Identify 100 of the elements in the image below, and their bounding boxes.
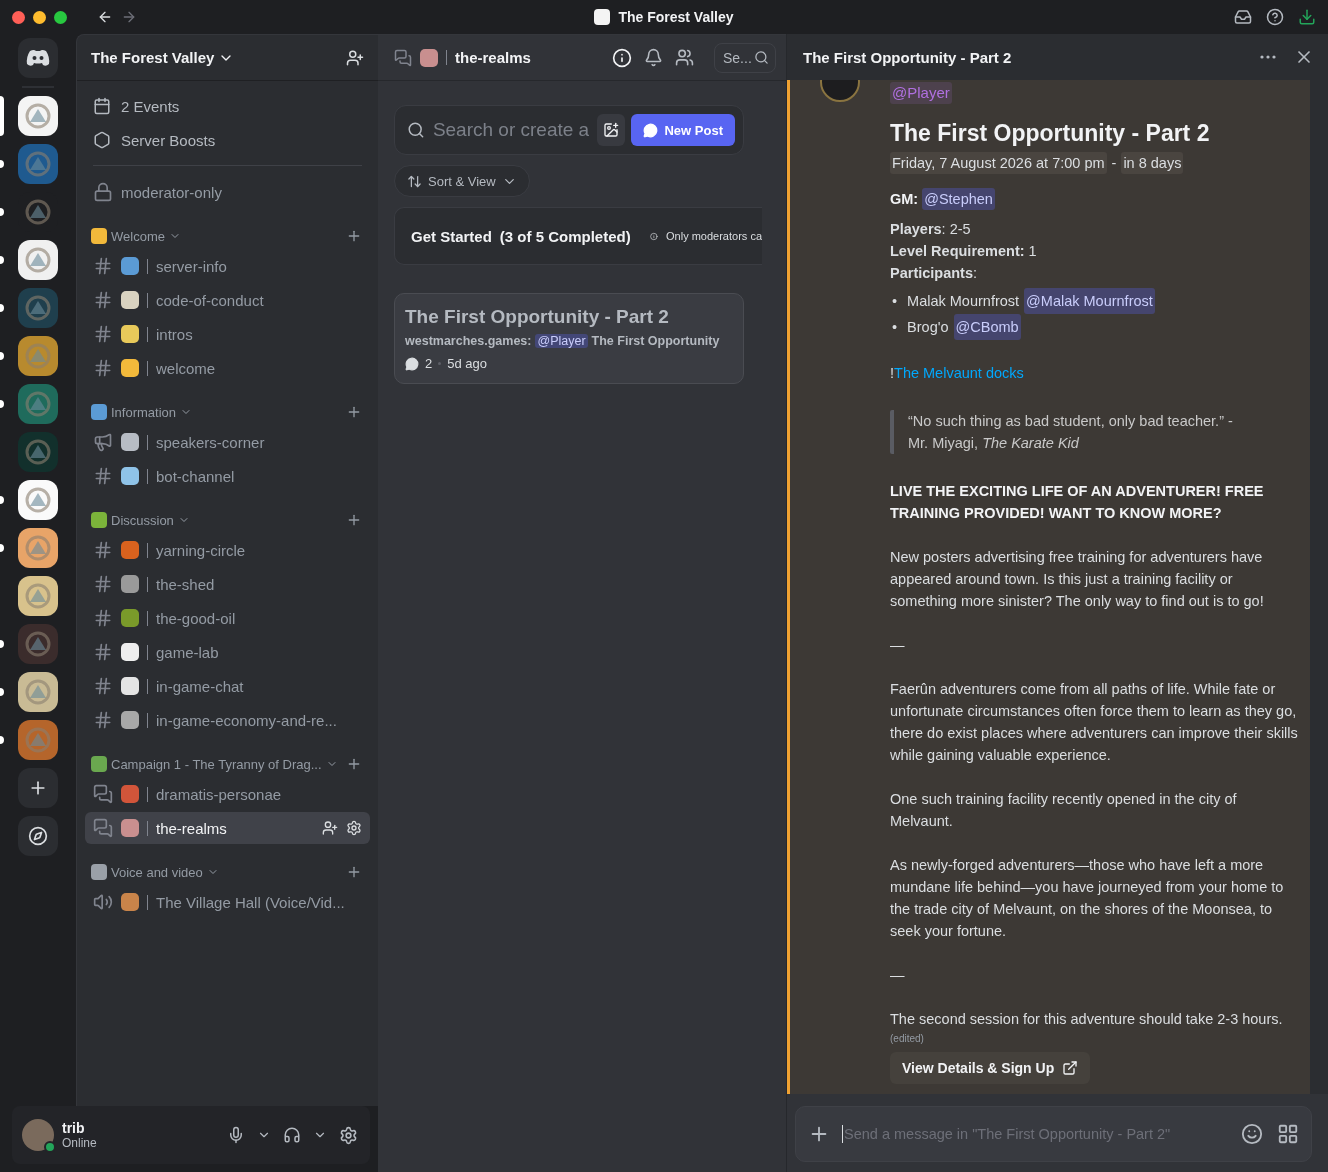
add-channel-icon: [346, 228, 362, 244]
channel-item[interactable]: in-game-economy-and-re...: [85, 704, 370, 736]
events-link[interactable]: 2 Events: [85, 89, 370, 123]
discover-button[interactable]: [18, 816, 58, 856]
settings-icon: [339, 1125, 358, 1145]
boosts-link[interactable]: Server Boosts: [85, 123, 370, 157]
channel-item[interactable]: dramatis-personae: [85, 778, 370, 810]
channel-item[interactable]: yarning-circle: [85, 534, 370, 566]
hash-icon: [93, 540, 113, 560]
external-link-icon: [1062, 1060, 1079, 1076]
channel-item[interactable]: game-lab: [85, 636, 370, 668]
download-icon: [1298, 8, 1316, 26]
hash-icon: [93, 256, 113, 276]
calendar-icon: [93, 97, 111, 115]
channel-item[interactable]: code-of-conduct: [85, 284, 370, 316]
server-icon[interactable]: [18, 240, 58, 280]
home-button[interactable]: [18, 38, 58, 78]
channel-item[interactable]: the-shed: [85, 568, 370, 600]
bang-text: !: [890, 364, 895, 383]
post-title: The First Opportunity - Part 2: [405, 306, 670, 328]
mic-icon: [227, 1126, 245, 1144]
category-header[interactable]: Welcome: [111, 228, 165, 244]
server-icon[interactable]: [18, 96, 58, 136]
channel-item[interactable]: in-game-chat: [85, 670, 370, 702]
megaphone-icon: [93, 432, 113, 452]
hash-icon: [93, 676, 113, 696]
people-icon: [675, 48, 694, 67]
server-icon[interactable]: [18, 480, 58, 520]
close-window-button[interactable]: [12, 10, 25, 24]
hash-icon: [93, 710, 113, 730]
post-author: westmarches.games:: [405, 334, 532, 348]
headline: LIVE THE EXCITING LIFE OF AN ADVENTURER! FREE TRAINING PROVIDED! WANT TO KNOW MORE?: [890, 482, 1265, 523]
search-field[interactable]: Se...: [714, 42, 776, 73]
bell-icon: [644, 48, 663, 67]
speaker-icon: [93, 892, 113, 912]
invite-icon: [322, 820, 338, 836]
hash-icon: [93, 608, 113, 628]
participant-name: Malak Mournfrost: [907, 292, 1020, 311]
category-header[interactable]: Campaign 1 - The Tyranny of Drag...: [111, 756, 322, 772]
mention[interactable]: @Malak Mournfrost: [1024, 288, 1155, 314]
channel-item[interactable]: the-realms: [85, 812, 370, 844]
channel-item[interactable]: speakers-corner: [85, 426, 370, 458]
channel-item[interactable]: The Village Hall (Voice/Vid...: [85, 886, 370, 918]
more-icon: [1260, 55, 1276, 59]
server-icon[interactable]: [18, 672, 58, 712]
detail-line: Participants:: [890, 264, 979, 283]
channel-item[interactable]: moderator-only: [85, 176, 370, 208]
event-date: Friday, 7 August 2026 at 7:00 pm: [890, 152, 1107, 174]
dash-separator: —: [890, 966, 906, 985]
emoji-button[interactable]: [1239, 1121, 1265, 1147]
post-preview: The First Opportunity: [591, 334, 720, 348]
channel-item[interactable]: welcome: [85, 352, 370, 384]
image-icon: [603, 122, 620, 138]
more-button[interactable]: [1258, 53, 1278, 61]
mention[interactable]: @Player: [535, 334, 588, 348]
channel-item[interactable]: bot-channel: [85, 460, 370, 492]
paragraph: As newly-forged adventurers—those who have left a more mundane life behind—you have journeyed from your home to the trade city of Melvaunt, on the shores of the Moonsea, to seek your fortune.: [890, 856, 1285, 941]
get-started-title: Get Started: [411, 227, 492, 245]
docs-link[interactable]: The Melvaunt docks: [894, 362, 1024, 384]
progress-text: (3 of 5 Completed): [499, 227, 631, 245]
server-icon[interactable]: [18, 528, 58, 568]
category-header[interactable]: Discussion: [111, 512, 174, 528]
get-started-card[interactable]: Get Started (3 of 5 Completed) Only moderators ca: [394, 207, 762, 265]
post-search-field[interactable]: Search or create a New Post: [394, 105, 744, 155]
category-header[interactable]: Voice and video: [111, 864, 203, 880]
server-icon[interactable]: [18, 576, 58, 616]
server-name-menu[interactable]: The Forest Valley: [91, 49, 235, 66]
mention[interactable]: @Stephen: [922, 188, 995, 210]
new-post-button[interactable]: New Post: [631, 114, 735, 146]
signup-button[interactable]: View Details & Sign Up: [890, 1052, 1091, 1084]
event-heading: The First Opportunity - Part 2: [890, 119, 1211, 148]
add-server-button[interactable]: [18, 768, 58, 808]
sort-button[interactable]: Sort & View: [394, 165, 530, 197]
channel-item[interactable]: the-good-oil: [85, 602, 370, 634]
user-status: Online: [62, 1136, 98, 1150]
channel-item[interactable]: intros: [85, 318, 370, 350]
quote: “No such thing as bad student, only bad teacher.” - Mr. Miyagi, The Karate Kid: [890, 410, 1300, 454]
detail-line: Players: 2-5: [890, 220, 972, 239]
zoom-button[interactable]: [54, 10, 67, 24]
bullet: •: [892, 292, 898, 311]
settings-icon: [346, 820, 362, 836]
user-avatar[interactable]: [22, 1119, 54, 1151]
bullet: •: [892, 318, 898, 337]
hash-icon: [93, 290, 113, 310]
mention[interactable]: @CBomb: [953, 314, 1021, 340]
window-title: The Forest Valley: [618, 9, 734, 25]
add-channel-icon: [346, 864, 362, 880]
invite-icon: [346, 48, 364, 67]
controller-logo-icon: [26, 49, 50, 67]
minimize-button[interactable]: [33, 10, 46, 24]
dash-separator: —: [890, 636, 906, 655]
channel-item[interactable]: server-info: [85, 250, 370, 282]
smiley-icon: [1241, 1123, 1263, 1145]
post-card[interactable]: The First Opportunity - Part 2 westmarches.games: @Player The First Opportunity 2 5d ago: [394, 293, 744, 384]
image-button[interactable]: [596, 114, 626, 146]
role-mention[interactable]: @Player: [890, 82, 952, 104]
boost-gem-icon: [93, 131, 111, 149]
sort-arrows-icon: [407, 173, 422, 189]
category-header[interactable]: Information: [111, 404, 177, 420]
date-separator: -: [1111, 154, 1117, 173]
